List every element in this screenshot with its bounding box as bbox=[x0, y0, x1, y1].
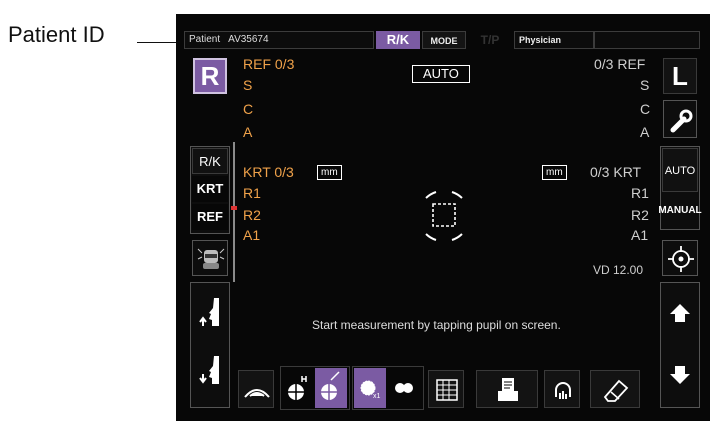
left-c-label: C bbox=[640, 101, 651, 117]
left-krt-label: 0/3 KRT bbox=[590, 164, 642, 180]
chart-icon bbox=[288, 376, 307, 400]
arrow-down-icon bbox=[670, 366, 690, 384]
left-s-label: S bbox=[640, 77, 650, 93]
right-eye-button[interactable]: R bbox=[193, 58, 227, 94]
right-mm-badge: mm bbox=[317, 165, 342, 180]
right-a-label: A bbox=[243, 124, 253, 140]
vd-label: VD 12.00 bbox=[593, 263, 644, 277]
move-down-button[interactable] bbox=[662, 350, 698, 404]
pupil-mode-icon: x1 bbox=[360, 380, 381, 400]
device-screen: Patient AV35674 R/K MODE T/P Physician R … bbox=[176, 14, 710, 421]
alignment-button[interactable] bbox=[662, 240, 698, 276]
pupil-small-button[interactable]: x1 bbox=[354, 368, 386, 408]
physician-field[interactable]: Physician bbox=[514, 31, 594, 49]
left-ref-label: 0/3 REF bbox=[594, 56, 646, 72]
print-button[interactable] bbox=[476, 370, 538, 408]
manual-button[interactable]: MANUAL bbox=[658, 196, 702, 226]
chart-target-alt-button[interactable] bbox=[315, 368, 347, 408]
crosshair-icon bbox=[668, 246, 694, 272]
right-c-label: C bbox=[243, 101, 254, 117]
tp-button[interactable]: T/P bbox=[468, 31, 512, 49]
auto-button[interactable]: AUTO bbox=[662, 148, 698, 192]
right-r1-label: R1 bbox=[243, 185, 261, 201]
alignment-target-icon bbox=[425, 191, 463, 241]
print-icon bbox=[498, 378, 518, 401]
physician-value-field[interactable] bbox=[594, 31, 700, 49]
patient-id-callout: Patient ID bbox=[8, 22, 105, 47]
left-a-label: A bbox=[640, 124, 650, 140]
rk-side-button[interactable]: R/K bbox=[192, 148, 228, 174]
rk-mode-button[interactable]: R/K bbox=[376, 31, 420, 49]
hand-gauge-icon bbox=[555, 382, 571, 399]
focus-slider-track[interactable] bbox=[233, 142, 235, 282]
clear-button[interactable] bbox=[590, 370, 640, 408]
right-ref-label: REF 0/3 bbox=[243, 56, 295, 72]
eye-icon bbox=[244, 389, 270, 398]
data-table-button[interactable] bbox=[428, 370, 464, 408]
patient-id-field[interactable]: Patient AV35674 bbox=[184, 31, 374, 49]
left-a1-label: A1 bbox=[631, 227, 649, 243]
left-r2-label: R2 bbox=[631, 207, 649, 223]
head-up-icon bbox=[199, 298, 219, 326]
chart-alt-icon bbox=[321, 371, 340, 400]
head-up-button[interactable] bbox=[192, 286, 228, 340]
pupil-alt-icon bbox=[395, 383, 413, 393]
mode-button[interactable]: MODE bbox=[422, 31, 466, 49]
ref-side-button[interactable]: REF bbox=[192, 204, 228, 230]
auto-badge: AUTO bbox=[412, 65, 470, 83]
right-krt-label: KRT 0/3 bbox=[243, 164, 294, 180]
left-r1-label: R1 bbox=[631, 185, 649, 201]
eye-view-button[interactable] bbox=[238, 370, 274, 408]
pupil-large-button[interactable] bbox=[388, 368, 420, 408]
wrench-icon bbox=[670, 109, 693, 133]
settings-button[interactable] bbox=[663, 100, 697, 138]
table-icon bbox=[436, 379, 458, 401]
arrow-up-icon bbox=[670, 304, 690, 322]
head-down-button[interactable] bbox=[192, 350, 228, 404]
hand-gauge-button[interactable] bbox=[544, 370, 580, 408]
chart-target-button[interactable] bbox=[282, 368, 314, 408]
right-s-label: S bbox=[243, 77, 253, 93]
head-down-icon bbox=[199, 356, 219, 384]
face-camera-icon bbox=[197, 248, 225, 269]
right-a1-label: A1 bbox=[243, 227, 261, 243]
left-mm-badge: mm bbox=[542, 165, 567, 180]
right-r2-label: R2 bbox=[243, 207, 261, 223]
top-bar: Patient AV35674 R/K MODE T/P Physician bbox=[184, 31, 700, 49]
patient-id-value: AV35674 bbox=[228, 34, 269, 45]
focus-slider-marker[interactable] bbox=[231, 206, 237, 210]
face-camera-button[interactable] bbox=[192, 240, 228, 276]
left-eye-button[interactable]: L bbox=[663, 58, 697, 94]
instruction-text: Start measurement by tapping pupil on sc… bbox=[312, 318, 561, 332]
svg-text:x1: x1 bbox=[373, 393, 381, 400]
krt-side-button[interactable]: KRT bbox=[192, 176, 228, 202]
move-up-button[interactable] bbox=[662, 286, 698, 340]
eraser-icon bbox=[603, 379, 629, 402]
patient-label: Patient bbox=[189, 34, 221, 45]
